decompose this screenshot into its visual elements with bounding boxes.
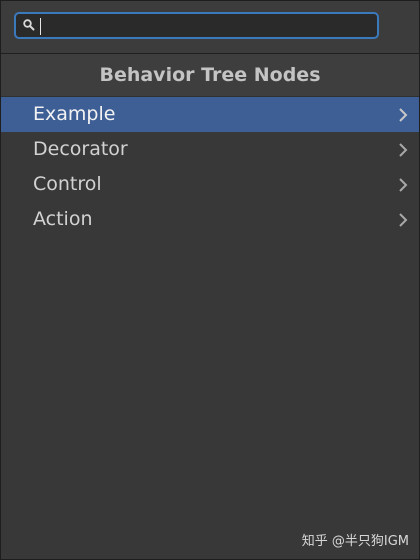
list-item-label: Decorator bbox=[33, 138, 128, 160]
list-item-label: Control bbox=[33, 173, 102, 195]
chevron-right-icon bbox=[399, 178, 408, 192]
chevron-right-icon bbox=[399, 213, 408, 227]
search-icon bbox=[23, 19, 35, 31]
search-field[interactable] bbox=[14, 12, 379, 39]
list-item-control[interactable]: Control bbox=[1, 167, 419, 202]
text-caret bbox=[40, 18, 41, 35]
list-item-example[interactable]: Example bbox=[1, 97, 419, 132]
list-item-action[interactable]: Action bbox=[1, 202, 419, 237]
node-search-window: Behavior Tree Nodes Example Decorator Co… bbox=[0, 0, 420, 560]
search-input[interactable] bbox=[38, 15, 368, 35]
search-bar bbox=[1, 1, 419, 54]
node-category-list: Example Decorator Control Action bbox=[1, 97, 419, 237]
panel-title: Behavior Tree Nodes bbox=[1, 54, 419, 97]
list-item-label: Example bbox=[33, 103, 116, 125]
chevron-right-icon bbox=[399, 108, 408, 122]
watermark: 知乎 @半只狗IGM bbox=[301, 534, 409, 549]
list-item-decorator[interactable]: Decorator bbox=[1, 132, 419, 167]
chevron-right-icon bbox=[399, 143, 408, 157]
list-item-label: Action bbox=[33, 208, 93, 230]
